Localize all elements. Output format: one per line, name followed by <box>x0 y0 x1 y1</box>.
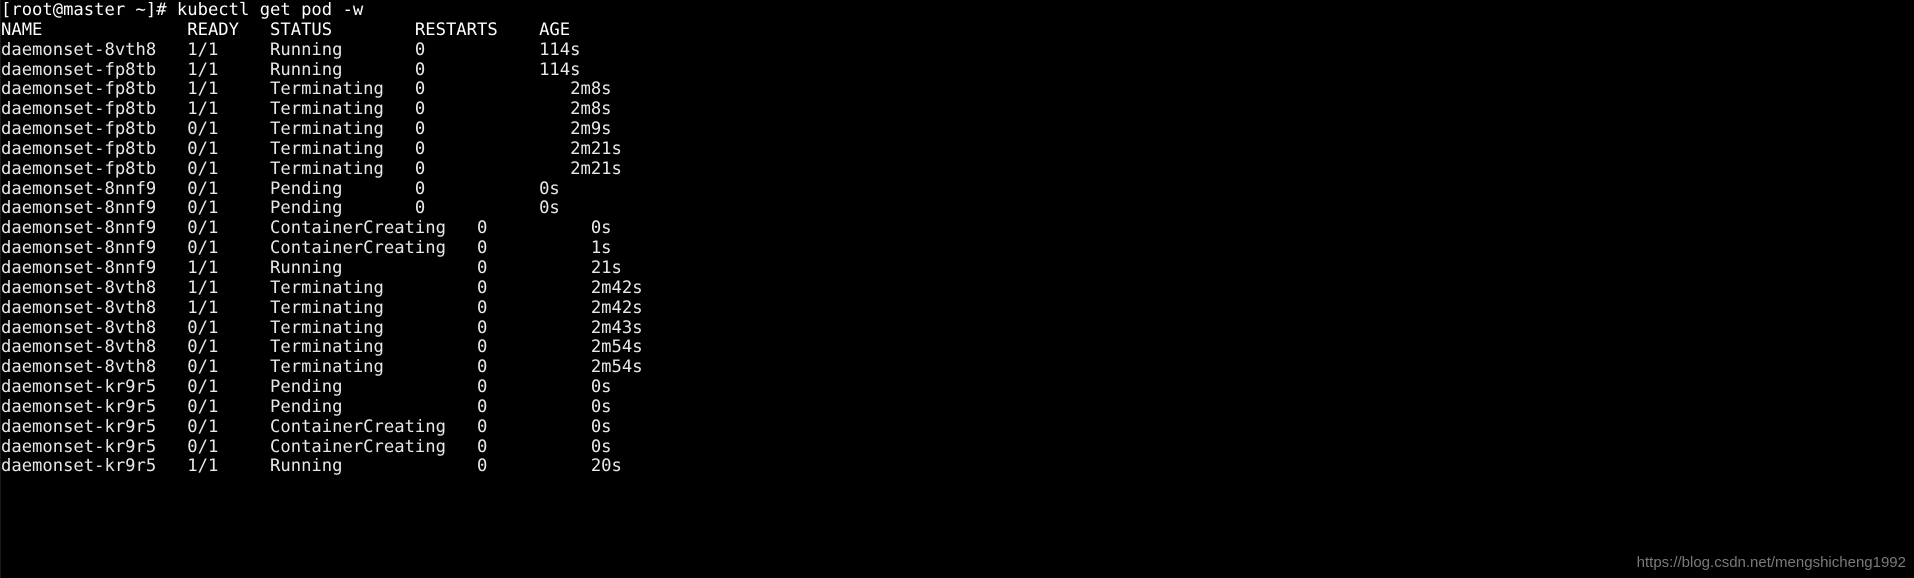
table-row: daemonset-8vth8 0/1 Terminating 0 2m43s <box>1 317 643 338</box>
table-row: daemonset-8vth8 1/1 Terminating 0 2m42s <box>1 297 643 318</box>
table-row: daemonset-8nnf9 0/1 Pending 0 0s <box>1 178 560 199</box>
terminal-window[interactable]: [root@master ~]# kubectl get pod -w NAME… <box>0 0 1914 578</box>
command-prompt-line: [root@master ~]# kubectl get pod -w <box>1 0 364 20</box>
watermark-text: https://blog.csdn.net/mengshicheng1992 <box>1636 554 1906 571</box>
table-row: daemonset-fp8tb 1/1 Terminating 0 2m8s <box>1 79 612 100</box>
table-row: daemonset-kr9r5 0/1 Pending 0 0s <box>1 377 612 398</box>
table-row: daemonset-fp8tb 0/1 Terminating 0 2m21s <box>1 138 622 159</box>
table-row: daemonset-fp8tb 0/1 Terminating 0 2m9s <box>1 119 612 140</box>
table-row: daemonset-8nnf9 1/1 Running 0 21s <box>1 257 622 278</box>
table-header-row: NAME READY STATUS RESTARTS AGE <box>1 19 571 40</box>
terminal-output: [root@master ~]# kubectl get pod -w NAME… <box>1 0 1914 477</box>
table-row: daemonset-fp8tb 1/1 Terminating 0 2m8s <box>1 99 612 120</box>
table-row: daemonset-kr9r5 0/1 ContainerCreating 0 … <box>1 436 612 457</box>
table-row: daemonset-kr9r5 0/1 ContainerCreating 0 … <box>1 416 612 437</box>
table-row: daemonset-8vth8 0/1 Terminating 0 2m54s <box>1 337 643 358</box>
table-row: daemonset-8nnf9 0/1 ContainerCreating 0 … <box>1 238 612 259</box>
table-row: daemonset-kr9r5 0/1 Pending 0 0s <box>1 396 612 417</box>
table-row: daemonset-kr9r5 1/1 Running 0 20s <box>1 456 622 477</box>
terminal-left-edge <box>0 0 1 578</box>
table-row: daemonset-fp8tb 1/1 Running 0 114s <box>1 59 581 80</box>
table-row: daemonset-8vth8 1/1 Running 0 114s <box>1 39 581 60</box>
table-row: daemonset-8nnf9 0/1 Pending 0 0s <box>1 198 560 219</box>
table-row: daemonset-8nnf9 0/1 ContainerCreating 0 … <box>1 218 612 239</box>
table-row: daemonset-fp8tb 0/1 Terminating 0 2m21s <box>1 158 622 179</box>
table-row: daemonset-8vth8 1/1 Terminating 0 2m42s <box>1 277 643 298</box>
table-row: daemonset-8vth8 0/1 Terminating 0 2m54s <box>1 357 643 378</box>
